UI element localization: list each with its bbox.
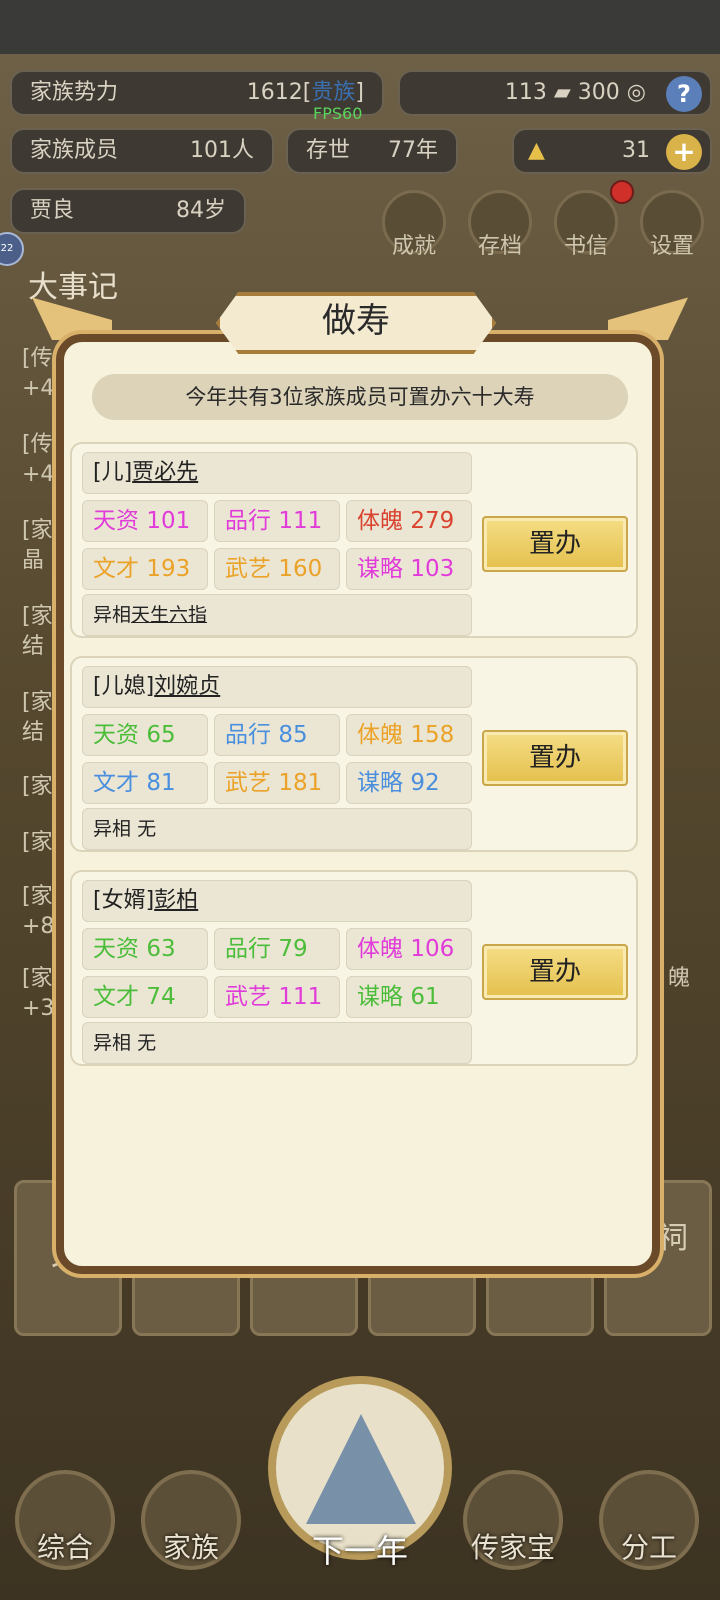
stat-conduct: 品行 111 bbox=[214, 500, 340, 542]
exist-value: 77年 bbox=[388, 138, 438, 163]
book-icon: ▰ bbox=[546, 80, 578, 105]
elder-panel: 贾良 84岁 bbox=[10, 188, 246, 234]
settings-button[interactable]: 设置 bbox=[636, 190, 708, 270]
nav-family[interactable]: 家族 bbox=[136, 1470, 246, 1590]
log-fragment: 结 bbox=[22, 720, 45, 745]
members-label: 家族成员 bbox=[30, 138, 119, 163]
log-fragment: [家 bbox=[22, 966, 53, 991]
help-icon[interactable]: ? bbox=[666, 76, 702, 112]
log-fragment: [传 bbox=[22, 346, 53, 371]
elder-name: 贾良 bbox=[30, 198, 75, 223]
stat-literary: 文才 81 bbox=[82, 762, 208, 804]
log-fragment: +8 bbox=[22, 914, 55, 939]
fps-counter: FPS60 bbox=[313, 104, 363, 123]
mountain-icon bbox=[306, 1414, 416, 1524]
status-bar bbox=[0, 0, 720, 54]
members-value: 101人 bbox=[190, 138, 254, 163]
nav-overview[interactable]: 综合 bbox=[10, 1470, 120, 1590]
member-card: [儿媳]刘婉贞 天资 65 品行 85 体魄 158 文才 81 武艺 181 … bbox=[70, 656, 638, 852]
nav-heirloom[interactable]: 传家宝 bbox=[458, 1470, 568, 1590]
stat-physique: 体魄 158 bbox=[346, 714, 472, 756]
stat-strategy: 谋略 92 bbox=[346, 762, 472, 804]
stat-conduct: 品行 79 bbox=[214, 928, 340, 970]
currency-panel: 113 ▰ 300 ◎ ? bbox=[398, 70, 712, 116]
arrange-button[interactable]: 置办 bbox=[482, 730, 628, 786]
stat-talent: 天资 63 bbox=[82, 928, 208, 970]
stat-strategy: 谋略 61 bbox=[346, 976, 472, 1018]
log-fragment: [家 bbox=[22, 604, 53, 629]
stat-martial: 武艺 111 bbox=[214, 976, 340, 1018]
exist-panel: 存世 77年 bbox=[286, 128, 458, 174]
log-fragment: [家 bbox=[22, 884, 53, 909]
gold-panel: ▲ 31 + bbox=[512, 128, 712, 174]
members-panel: 家族成员 101人 bbox=[10, 128, 274, 174]
exist-label: 存世 bbox=[306, 138, 351, 163]
achievement-button[interactable]: 成就 bbox=[378, 190, 450, 270]
log-fragment: 魄 bbox=[668, 966, 691, 991]
member-name-box: [儿]贾必先 bbox=[82, 452, 472, 494]
member-trait: 异相 无 bbox=[82, 808, 472, 850]
stat-martial: 武艺 160 bbox=[214, 548, 340, 590]
event-log-title: 大事记 bbox=[28, 270, 118, 305]
arrange-button[interactable]: 置办 bbox=[482, 516, 628, 572]
add-gold-icon[interactable]: + bbox=[666, 134, 702, 170]
stat-talent: 天资 65 bbox=[82, 714, 208, 756]
log-fragment: [传 bbox=[22, 432, 53, 457]
member-card: [儿]贾必先 天资 101 品行 111 体魄 279 文才 193 武艺 16… bbox=[70, 442, 638, 638]
copper-coin-icon: ◎ bbox=[619, 80, 646, 105]
log-fragment: [家 bbox=[22, 774, 53, 799]
member-card: [女婿]彭柏 天资 63 品行 79 体魄 106 文才 74 武艺 111 谋… bbox=[70, 870, 638, 1066]
stat-conduct: 品行 85 bbox=[214, 714, 340, 756]
arrange-button[interactable]: 置办 bbox=[482, 944, 628, 1000]
stat-strategy: 谋略 103 bbox=[346, 548, 472, 590]
log-fragment: +3 bbox=[22, 996, 55, 1021]
log-fragment: 晶 bbox=[22, 548, 45, 573]
stat-physique: 体魄 279 bbox=[346, 500, 472, 542]
stat-talent: 天资 101 bbox=[82, 500, 208, 542]
member-trait: 异相天生六指 bbox=[82, 594, 472, 636]
member-name-box: [儿媳]刘婉贞 bbox=[82, 666, 472, 708]
save-button[interactable]: 存档 bbox=[464, 190, 536, 270]
member-name[interactable]: 贾必先 bbox=[132, 460, 198, 485]
letters-button[interactable]: 书信 bbox=[550, 190, 622, 270]
modal-info-banner: 今年共有3位家族成员可置办六十大寿 bbox=[92, 374, 628, 420]
stat-physique: 体魄 106 bbox=[346, 928, 472, 970]
gold-ingot-icon: ▲ bbox=[528, 138, 545, 163]
gold-value: 31 bbox=[622, 138, 650, 163]
member-name-box: [女婿]彭柏 bbox=[82, 880, 472, 922]
log-fragment: +4 bbox=[22, 462, 55, 487]
log-fragment: [家 bbox=[22, 518, 53, 543]
log-fragment: +4 bbox=[22, 376, 55, 401]
log-fragment: [家 bbox=[22, 830, 53, 855]
currency-readout: 113 ▰ 300 ◎ bbox=[504, 80, 646, 105]
log-fragment: [家 bbox=[22, 690, 53, 715]
log-fragment: 结 bbox=[22, 634, 45, 659]
stat-martial: 武艺 181 bbox=[214, 762, 340, 804]
member-name[interactable]: 刘婉贞 bbox=[154, 674, 220, 699]
elder-age: 84岁 bbox=[176, 198, 226, 223]
next-year-label: 下一年 bbox=[311, 1532, 408, 1570]
nav-assign[interactable]: 分工 bbox=[594, 1470, 704, 1590]
stat-literary: 文才 193 bbox=[82, 548, 208, 590]
modal-title: 做寿 bbox=[322, 301, 390, 341]
stat-literary: 文才 74 bbox=[82, 976, 208, 1018]
notification-dot bbox=[610, 180, 634, 204]
member-name[interactable]: 彭柏 bbox=[154, 888, 198, 913]
family-power-label: 家族势力 bbox=[30, 80, 119, 105]
member-trait: 异相 无 bbox=[82, 1022, 472, 1064]
